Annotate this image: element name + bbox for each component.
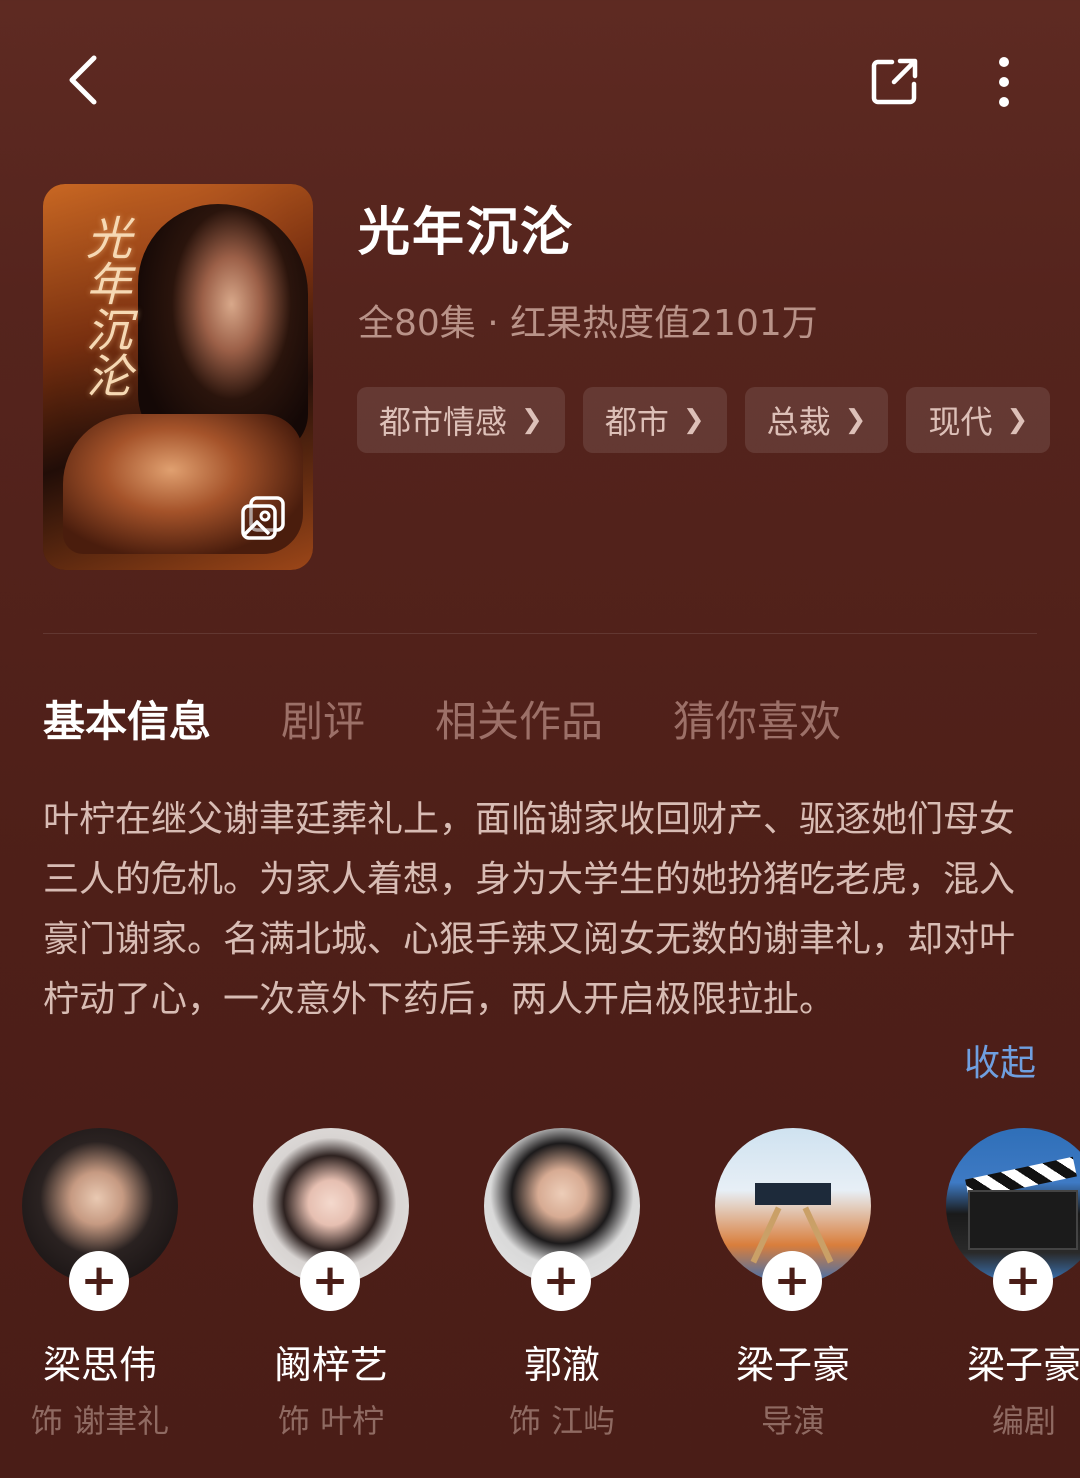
back-button[interactable] — [52, 48, 112, 112]
cast-name: 梁子豪 — [966, 1343, 1080, 1387]
follow-plus-icon[interactable]: + — [993, 1251, 1053, 1311]
top-bar — [0, 0, 1080, 160]
tag-label: 都市 — [604, 403, 669, 441]
chevron-right-icon: ❯ — [682, 405, 705, 435]
follow-plus-icon[interactable]: + — [69, 1251, 129, 1311]
tab-related-works[interactable]: 相关作品 — [435, 688, 603, 749]
tag-label: 都市情感 — [379, 403, 508, 441]
cast-role: 编剧 — [991, 1402, 1056, 1440]
director-chair-icon — [755, 1183, 831, 1205]
gallery-icon[interactable] — [239, 494, 287, 542]
cast-list: + 梁思伟 饰 谢聿礼 + 阚梓艺 饰 叶柠 + 郭澈 饰 江屿 + 梁子豪 导… — [0, 1128, 1080, 1448]
drama-meta: 全80集 · 红果热度值2101万 — [358, 303, 818, 344]
clapperboard-body — [968, 1190, 1078, 1250]
chevron-left-icon — [69, 55, 97, 105]
drama-poster[interactable]: 光年沉沦 — [43, 184, 313, 570]
cast-name: 阚梓艺 — [273, 1343, 388, 1387]
chevron-right-icon: ❯ — [521, 405, 543, 435]
cast-name: 梁思伟 — [42, 1343, 157, 1387]
cast-member[interactable]: + 郭澈 饰 江屿 — [462, 1128, 662, 1448]
tab-recommendations[interactable]: 猜你喜欢 — [673, 688, 841, 749]
follow-plus-icon[interactable]: + — [762, 1251, 822, 1311]
more-button[interactable] — [978, 50, 1030, 114]
collapse-link[interactable]: 收起 — [964, 1034, 1036, 1086]
tag-label: 现代 — [928, 403, 993, 441]
tag-ceo[interactable]: 总裁 ❯ — [744, 387, 889, 453]
tag-modern[interactable]: 现代 ❯ — [906, 387, 1051, 453]
cast-name: 郭澈 — [523, 1343, 600, 1387]
share-button[interactable] — [862, 50, 926, 114]
synopsis-text: 叶柠在继父谢聿廷葬礼上，面临谢家收回财产、驱逐她们母女三人的危机。为家人着想，身… — [43, 799, 1016, 1020]
genre-tags: 都市情感 ❯ 都市 ❯ 总裁 ❯ 现代 ❯ — [357, 387, 1051, 453]
chevron-right-icon: ❯ — [1006, 405, 1029, 435]
tab-basic-info[interactable]: 基本信息 — [43, 688, 211, 749]
section-divider — [43, 633, 1037, 634]
follow-plus-icon[interactable]: + — [300, 1251, 360, 1311]
detail-tabs: 基本信息 剧评 相关作品 猜你喜欢 — [43, 688, 911, 749]
cast-role: 饰 谢聿礼 — [30, 1402, 170, 1440]
more-vertical-icon — [999, 57, 1009, 107]
follow-plus-icon[interactable]: + — [531, 1251, 591, 1311]
cast-member[interactable]: + 梁思伟 饰 谢聿礼 — [0, 1128, 200, 1448]
tab-reviews[interactable]: 剧评 — [281, 688, 365, 749]
cast-role: 饰 叶柠 — [277, 1402, 385, 1440]
tag-urban[interactable]: 都市 ❯ — [582, 387, 727, 453]
cast-member[interactable]: + 阚梓艺 饰 叶柠 — [231, 1128, 431, 1448]
cast-member[interactable]: + 梁子豪 导演 — [693, 1128, 893, 1448]
cast-role: 导演 — [760, 1402, 825, 1440]
cast-name: 梁子豪 — [735, 1343, 850, 1387]
share-external-icon — [871, 58, 918, 105]
poster-calligraphy: 光年沉沦 — [79, 214, 133, 398]
cast-member[interactable]: + 梁子豪 编剧 — [924, 1128, 1080, 1448]
chevron-right-icon: ❯ — [844, 405, 867, 435]
drama-title: 光年沉沦 — [358, 203, 575, 263]
tag-label: 总裁 — [766, 403, 831, 441]
cast-role: 饰 江屿 — [508, 1402, 616, 1440]
tag-urban-romance[interactable]: 都市情感 ❯ — [357, 387, 565, 453]
